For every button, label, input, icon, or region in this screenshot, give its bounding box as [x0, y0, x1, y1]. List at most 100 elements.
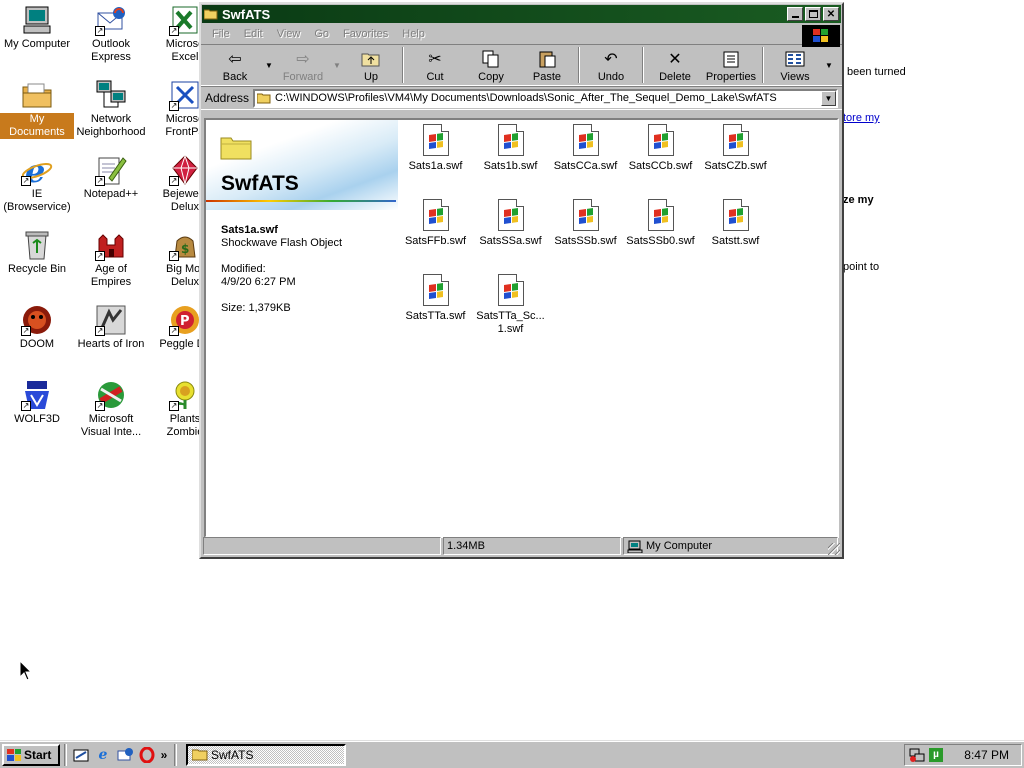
- network-tray-icon[interactable]: [909, 747, 925, 763]
- quicklaunch-more-button[interactable]: »: [159, 745, 169, 765]
- menu-view[interactable]: View: [270, 28, 308, 40]
- icon-label: WOLF3D: [14, 413, 60, 425]
- delete-button[interactable]: ✕ Delete: [647, 45, 703, 85]
- toolbar-separator: [642, 47, 644, 83]
- menu-favorites[interactable]: Favorites: [336, 28, 395, 40]
- icon-label: Network Neighborhood: [76, 113, 146, 138]
- desktop-icon-network-neighborhood[interactable]: Network Neighborhood: [74, 79, 148, 139]
- desktop-icon-ie[interactable]: e ↗ IE (Browservice): [0, 152, 74, 214]
- desktop-icon-hearts-of-iron[interactable]: ↗ Hearts of Iron: [74, 304, 148, 351]
- show-desktop-icon[interactable]: [71, 745, 91, 765]
- file-name: SatsCZb.swf: [704, 160, 767, 172]
- file-item[interactable]: SatsSSb.swf: [548, 199, 623, 248]
- icon-label: My Computer: [3, 38, 71, 50]
- taskbar-window-button[interactable]: SwfATS: [186, 743, 346, 766]
- ie-quicklaunch-icon[interactable]: e: [93, 745, 113, 765]
- forward-button[interactable]: ⇨ Forward: [275, 45, 331, 85]
- background-link[interactable]: tore my: [843, 112, 880, 124]
- file-item[interactable]: SatsCZb.swf: [698, 124, 773, 173]
- file-item[interactable]: SatsCCb.swf: [623, 124, 698, 173]
- menu-help[interactable]: Help: [395, 28, 432, 40]
- title-divider: [206, 200, 396, 202]
- undo-button[interactable]: ↶ Undo: [583, 45, 639, 85]
- utorrent-tray-icon[interactable]: µ: [929, 748, 943, 762]
- forward-dropdown[interactable]: ▼: [331, 61, 343, 70]
- swf-file-icon: [722, 199, 749, 231]
- address-input[interactable]: C:\WINDOWS\Profiles\VM4\My Documents\Dow…: [253, 88, 838, 108]
- up-button[interactable]: Up: [343, 45, 399, 85]
- paste-button[interactable]: Paste: [519, 45, 575, 85]
- icon-label: My Documents: [0, 113, 74, 139]
- system-tray: µ 8:47 PM: [904, 744, 1022, 766]
- back-dropdown[interactable]: ▼: [263, 61, 275, 70]
- svg-text:P: P: [180, 314, 190, 329]
- shortcut-arrow-icon: ↗: [95, 326, 105, 336]
- file-item[interactable]: SatsTTa.swf: [398, 274, 473, 323]
- resize-grip[interactable]: [828, 543, 840, 555]
- desktop-icon-doom[interactable]: ↗ DOOM: [0, 304, 74, 351]
- recycle-bin-icon: [21, 229, 53, 261]
- start-button[interactable]: Start: [2, 743, 60, 766]
- desktop-icon-recycle-bin[interactable]: Recycle Bin: [0, 229, 74, 276]
- desktop-icon-my-computer[interactable]: My Computer: [0, 4, 74, 51]
- file-item[interactable]: SatsSSb0.swf: [623, 199, 698, 248]
- cut-button[interactable]: ✂ Cut: [407, 45, 463, 85]
- shortcut-arrow-icon: ↗: [169, 251, 179, 261]
- icon-label: Recycle Bin: [7, 263, 67, 275]
- minimize-button[interactable]: [787, 7, 803, 21]
- shortcut-arrow-icon: ↗: [169, 26, 179, 36]
- my-computer-icon: [627, 540, 643, 553]
- close-icon: ✕: [826, 8, 836, 20]
- file-item[interactable]: SatsCCa.swf: [548, 124, 623, 173]
- desktop-icon-my-documents[interactable]: My Documents: [0, 79, 74, 139]
- desktop-icon-wolf3d[interactable]: ↗ WOLF3D: [0, 379, 74, 426]
- close-button[interactable]: ✕: [823, 7, 839, 21]
- hearts-of-iron-icon: ↗: [95, 304, 127, 336]
- file-name: Satstt.swf: [711, 235, 760, 247]
- views-button[interactable]: Views: [767, 45, 823, 85]
- swf-file-icon: [497, 274, 524, 306]
- file-item[interactable]: SatsSSa.swf: [473, 199, 548, 248]
- swf-file-icon: [422, 124, 449, 156]
- address-label: Address: [205, 91, 250, 105]
- file-name: SatsFFb.swf: [404, 235, 467, 247]
- menu-go[interactable]: Go: [307, 28, 336, 40]
- desktop-icon-age-of-empires[interactable]: ↗ Age of Empires: [74, 229, 148, 289]
- copy-icon: [480, 49, 502, 69]
- swf-file-icon: [572, 199, 599, 231]
- icon-label: Age of Empires: [90, 263, 132, 288]
- undo-label: Undo: [597, 71, 625, 83]
- file-item[interactable]: SatsFFb.swf: [398, 199, 473, 248]
- my-computer-icon: [21, 4, 53, 36]
- address-dropdown-button[interactable]: ▼: [821, 90, 836, 106]
- clock[interactable]: 8:47 PM: [964, 748, 1009, 762]
- mouse-cursor-icon: [19, 660, 33, 681]
- title-bar[interactable]: SwfATS ✕: [202, 5, 841, 23]
- icon-label: Notepad++: [83, 188, 139, 200]
- status-bar: 1.34MB My Computer: [203, 537, 840, 555]
- back-button[interactable]: ⇦ Back: [207, 45, 263, 85]
- selected-file-name: Sats1a.swf: [221, 224, 278, 236]
- outlook-quicklaunch-icon[interactable]: [115, 745, 135, 765]
- back-label: Back: [222, 71, 248, 83]
- copy-button[interactable]: Copy: [463, 45, 519, 85]
- shortcut-arrow-icon: ↗: [95, 251, 105, 261]
- file-item[interactable]: Sats1a.swf: [398, 124, 473, 173]
- views-dropdown[interactable]: ▼: [823, 61, 835, 70]
- menu-edit[interactable]: Edit: [237, 28, 270, 40]
- desktop-icon-notepad[interactable]: ↗ Notepad++: [74, 154, 148, 201]
- file-item[interactable]: Satstt.swf: [698, 199, 773, 248]
- desktop-icon-visual-interdev[interactable]: ↗ Microsoft Visual Inte...: [74, 379, 148, 439]
- file-item[interactable]: Sats1b.swf: [473, 124, 548, 173]
- views-grid-icon: [784, 49, 806, 69]
- properties-button[interactable]: Properties: [703, 45, 759, 85]
- toolbar: ⇦ Back ▼ ⇨ Forward ▼ Up ✂ Cut Copy Paste ↶ U…: [201, 44, 842, 86]
- flash-logo-icon: [728, 133, 743, 149]
- file-item[interactable]: SatsTTa_Sc... 1.swf: [473, 274, 548, 336]
- paste-label: Paste: [532, 71, 562, 83]
- desktop-icon-outlook-express[interactable]: ↗ Outlook Express: [74, 4, 148, 64]
- outlook-express-icon: ↗: [95, 4, 127, 36]
- opera-icon[interactable]: [137, 745, 157, 765]
- maximize-button[interactable]: [805, 7, 821, 21]
- menu-file[interactable]: File: [205, 28, 237, 40]
